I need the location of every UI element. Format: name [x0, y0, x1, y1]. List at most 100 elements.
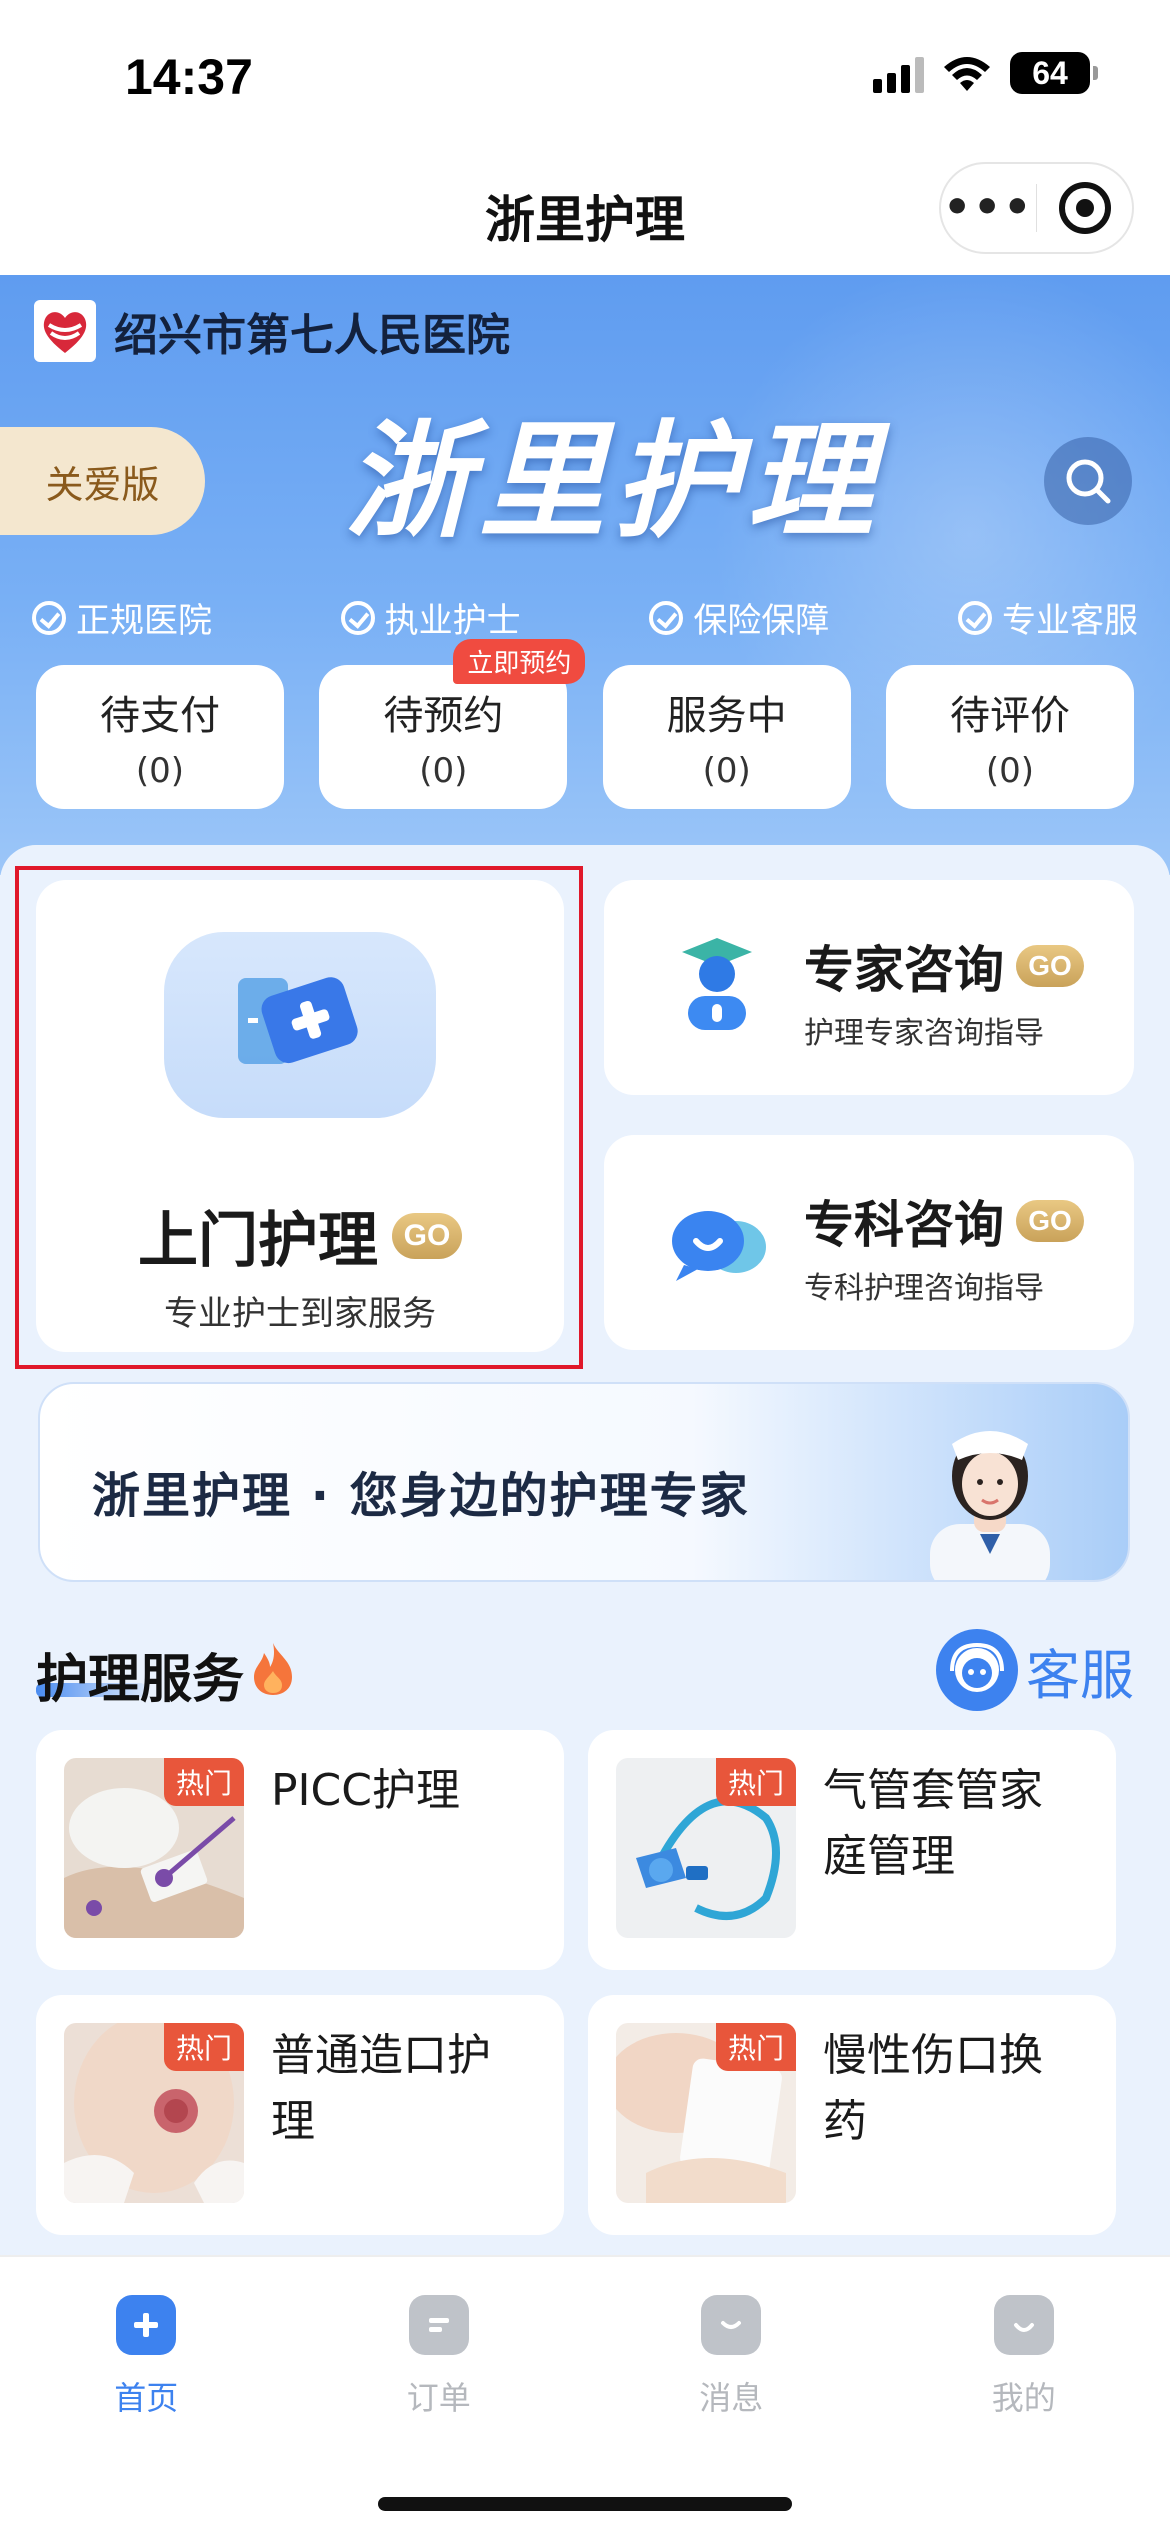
close-miniprogram-button[interactable] [1037, 182, 1132, 234]
banner-text: 浙里护理 · 您身边的护理专家 [92, 1468, 750, 1524]
book-now-tag: 立即预约 [453, 639, 586, 684]
service-image: 热门 [64, 1758, 244, 1938]
check-circle-icon [32, 600, 66, 635]
hospital-name: 绍兴市第七人民医院 [114, 310, 510, 361]
home-indicator [378, 2497, 792, 2511]
assurance-badge: 执业护士 [340, 593, 521, 642]
specialty-consult-subtitle: 专科护理咨询指导 [804, 1271, 1044, 1306]
expert-consult-title-row: 专家咨询 GO [804, 930, 1084, 1002]
specialty-consult-title: 专科咨询 [804, 1196, 1004, 1254]
order-label: 待支付 [100, 693, 220, 739]
tab-label: 我的 [991, 2379, 1056, 2417]
tab-label: 首页 [114, 2379, 179, 2417]
order-count: (0) [135, 751, 185, 791]
hot-tag: 热门 [715, 1758, 796, 1806]
status-icons: 64 [873, 52, 1098, 94]
order-pending-payment[interactable]: 待支付 (0) [36, 665, 284, 809]
expert-icon [682, 938, 752, 1030]
tab-label: 订单 [406, 2379, 471, 2417]
search-button[interactable] [1044, 437, 1132, 525]
specialty-consult-title-row: 专科咨询 GO [804, 1185, 1084, 1257]
hospital-header: 绍兴市第七人民医院 [34, 299, 510, 363]
nurse-illustration [930, 1431, 1050, 1580]
home-care-subtitle: 专业护士到家服务 [164, 1294, 436, 1334]
hero-title: 浙里护理 [345, 407, 881, 555]
service-card-picc[interactable]: 热门 PICC护理 [36, 1730, 564, 1970]
status-time: 14:37 [125, 49, 253, 105]
profile-icon [993, 2295, 1054, 2355]
home-care-title: 上门护理 [138, 1206, 378, 1276]
status-bar: 14:37 64 [0, 0, 1170, 150]
hot-tag: 热门 [163, 2023, 244, 2071]
fire-icon [254, 1643, 292, 1695]
message-icon [701, 2295, 762, 2355]
target-icon [1058, 182, 1111, 234]
customer-service-icon [936, 1629, 1018, 1711]
home-plus-icon [116, 2295, 177, 2355]
customer-service-label: 客服 [1026, 1643, 1134, 1707]
check-circle-icon [957, 600, 992, 635]
section-header: 护理服务 客服 [36, 1625, 1134, 1715]
service-name: PICC护理 [271, 1765, 460, 1816]
section-title: 护理服务 [36, 1650, 245, 1710]
home-care-card[interactable]: 上门护理 GO 专业护士到家服务 [36, 880, 564, 1352]
order-count: (0) [419, 751, 468, 791]
tab-home[interactable]: 首页 [0, 2257, 293, 2457]
expert-consult-title: 专家咨询 [804, 941, 1004, 999]
service-name: 慢性伤口换药 [823, 2030, 1043, 2147]
service-image: 热门 [616, 1758, 796, 1938]
specialty-consult-card[interactable]: 专科咨询 GO 专科护理咨询指导 [604, 1135, 1134, 1350]
service-image: 热门 [64, 2023, 244, 2203]
tab-messages[interactable]: 消息 [585, 2257, 878, 2457]
expert-consult-subtitle: 护理专家咨询指导 [804, 1016, 1044, 1051]
search-icon [1066, 459, 1111, 504]
promo-banner[interactable]: 浙里护理 · 您身边的护理专家 [38, 1382, 1130, 1582]
tab-profile[interactable]: 我的 [878, 2257, 1170, 2457]
signal-icon [873, 53, 924, 93]
service-card-tracheostomy[interactable]: 热门 气管套管家庭管理 [588, 1730, 1116, 1970]
assurance-badge: 保险保障 [649, 593, 829, 642]
tab-label: 消息 [699, 2379, 764, 2417]
service-card-stoma[interactable]: 热门 普通造口护理 [36, 1995, 564, 2235]
service-image: 热门 [616, 2023, 796, 2203]
battery-icon: 64 [1010, 52, 1098, 94]
order-icon [408, 2295, 469, 2355]
expert-consult-card[interactable]: 专家咨询 GO 护理专家咨询指导 [604, 880, 1134, 1095]
service-card-wound-care[interactable]: 热门 慢性伤口换药 [588, 1995, 1116, 2235]
go-badge: GO [392, 1212, 462, 1259]
title-bar: 浙里护理 ••• [0, 150, 1170, 275]
check-circle-icon [340, 600, 375, 635]
care-mode-button[interactable]: 关爱版 [0, 427, 205, 535]
order-count: (0) [702, 751, 751, 791]
more-icon[interactable]: ••• [941, 186, 1036, 230]
tab-bar: 首页 订单 消息 我的 [0, 2255, 1170, 2532]
service-name: 普通造口护理 [271, 2030, 491, 2147]
go-badge: GO [1016, 945, 1084, 987]
hero-banner: 绍兴市第七人民医院 关爱版 浙里护理 正规医院 执业护士 保险保障 专业客服 待… [0, 275, 1170, 875]
hospital-logo-icon [34, 300, 96, 362]
order-pending-review[interactable]: 待评价 (0) [885, 665, 1134, 809]
tab-orders[interactable]: 订单 [293, 2257, 586, 2457]
customer-service-button[interactable]: 客服 [936, 1629, 1134, 1711]
order-label: 服务中 [666, 693, 787, 739]
order-count: (0) [985, 751, 1035, 791]
order-status-row: 待支付 (0) 立即预约 待预约 (0) 服务中 (0) 待评价 (0) [36, 639, 1134, 809]
assurance-badge: 正规医院 [32, 593, 212, 642]
order-pending-appointment[interactable]: 立即预约 待预约 (0) [319, 639, 586, 809]
go-badge: GO [1016, 1200, 1084, 1242]
wifi-icon [944, 57, 990, 91]
order-in-service[interactable]: 服务中 (0) [602, 665, 851, 809]
order-label: 待预约 [383, 693, 504, 739]
hot-tag: 热门 [163, 1758, 244, 1806]
assurance-badges: 正规医院 执业护士 保险保障 专业客服 [32, 593, 1138, 642]
capsule-menu: ••• [939, 162, 1134, 254]
chat-bubble-icon [672, 1211, 766, 1281]
order-label: 待评价 [949, 693, 1070, 739]
medical-kit-icon [164, 932, 436, 1118]
check-circle-icon [649, 600, 684, 635]
home-care-title-row: 上门护理 GO [36, 1192, 564, 1279]
assurance-badge: 专业客服 [957, 593, 1138, 642]
hot-tag: 热门 [715, 2023, 796, 2071]
services-panel: 上门护理 GO 专业护士到家服务 专家咨询 GO 护理专家咨询指导 专科咨询 G… [0, 845, 1170, 2255]
service-name: 气管套管家庭管理 [823, 1765, 1043, 1882]
